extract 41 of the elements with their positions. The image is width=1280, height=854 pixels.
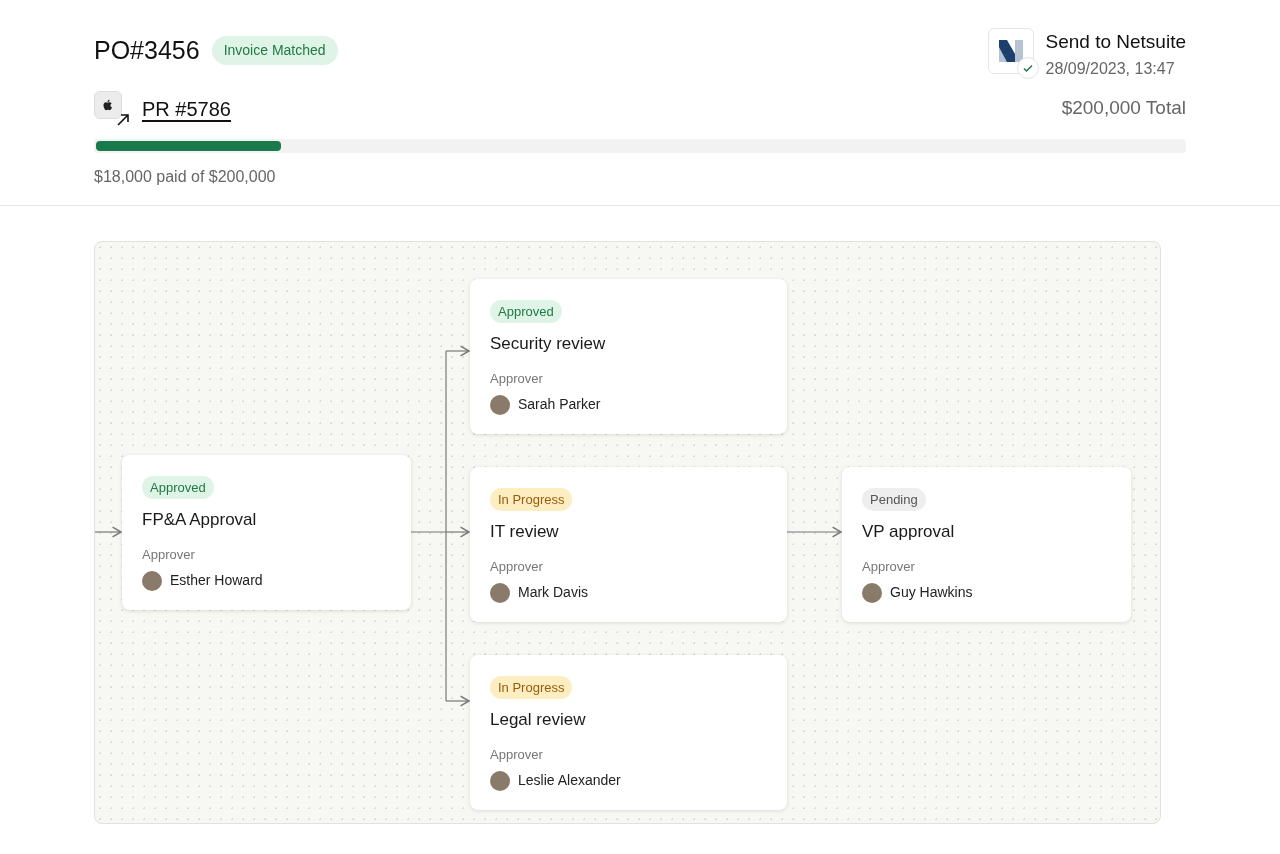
approver-name: Mark Davis [518,583,588,602]
status-badge: Invoice Matched [211,36,338,66]
approver-label: Approver [490,745,544,764]
avatar [490,770,510,791]
approval-card[interactable]: Approved FP&A Approval Approver Esther Howard [122,454,411,610]
sync-title: Send to Netsuite [1045,30,1186,54]
approver-label: Approver [862,557,916,576]
n-logo-icon [996,37,1025,65]
approver-name: Guy Hawkins [890,583,973,602]
status-badge: In Progress [490,675,573,699]
step-title: Legal review [490,709,587,731]
apple-logo-link-icon [94,90,130,127]
avatar [490,394,510,415]
status-badge: Pending [862,487,926,511]
approver-label: Approver [490,557,544,576]
step-title: IT review [490,521,560,543]
step-title: Security review [490,333,607,355]
connector-arrow [786,526,842,537]
approval-card[interactable]: Approved Security review Approver Sarah Parker [470,278,787,434]
avatar [142,570,162,591]
total-amount: $200,000 Total [1061,96,1186,121]
approver-label: Approver [490,369,544,388]
status-badge: In Progress [490,487,573,511]
approval-card[interactable]: In Progress Legal review Approver Leslie Alexander [470,654,787,810]
sync-time: 28/09/2023, 13:47 [1045,58,1176,79]
approver-label: Approver [142,545,196,564]
pr-link[interactable]: PR #5786 [142,93,231,124]
approval-card[interactable]: In Progress IT review Approver Mark Davis [470,466,787,622]
step-title: FP&A Approval [142,509,258,531]
step-title: VP approval [862,521,956,543]
connector-arrow [95,526,122,537]
approver-name: Leslie Alexander [518,771,621,790]
avatar [862,582,882,603]
approval-card[interactable]: Pending VP approval Approver Guy Hawkins [842,466,1131,622]
po-title: PO#3456 [94,35,200,66]
paid-amount: $18,000 paid of $200,000 [94,166,277,187]
approver-name: Esther Howard [170,571,263,590]
status-badge: Approved [142,475,214,499]
status-badge: Approved [490,299,562,323]
approver-name: Sarah Parker [518,395,601,414]
avatar [490,582,510,603]
